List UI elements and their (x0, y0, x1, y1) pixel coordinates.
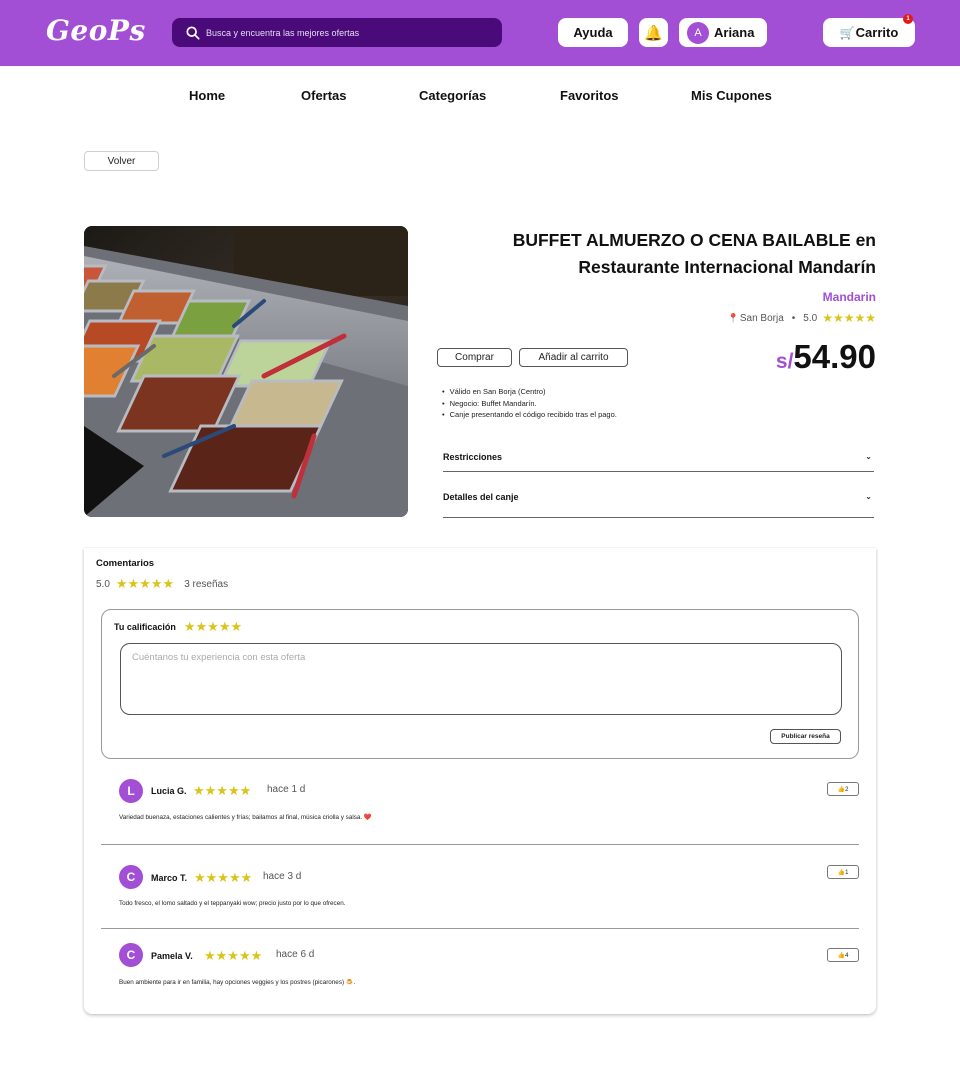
like-button[interactable]: 👍2 (827, 782, 859, 796)
comments-count: 3 reseñas (184, 578, 229, 590)
notifications-button[interactable]: 🔔 (639, 18, 668, 47)
cart-icon: 🛒 (839, 25, 855, 40)
review-stars-icon: ★★★★★ (194, 870, 253, 885)
comments-section: Comentarios 5.0 ★★★★★ 3 reseñas Tu calif… (84, 548, 876, 1014)
bell-icon: 🔔 (644, 24, 663, 42)
product-rating: 5.0 (803, 312, 818, 324)
search-icon (186, 25, 200, 40)
list-item: Canje presentando el código recibido tra… (442, 409, 617, 421)
avatar: A (687, 21, 709, 44)
reviewer-name: Marco T. (151, 873, 188, 883)
accordion-detalles-canje[interactable]: Detalles del canje ⌄ (443, 492, 874, 518)
top-header: GeoPs Ayuda 🔔 A Ariana 🛒 Carrito 1 (0, 0, 960, 66)
back-button[interactable]: Volver (84, 151, 159, 171)
avatar: L (119, 779, 143, 803)
location-pin-icon: 📍 (727, 312, 739, 323)
review-time: hace 3 d (263, 871, 302, 882)
accordion-label: Detalles del canje (443, 492, 519, 502)
user-menu-button[interactable]: A Ariana (679, 18, 767, 47)
product-title-line2: Restaurante Internacional Mandarín (578, 257, 876, 277)
separator-dot: • (791, 312, 796, 324)
chevron-down-icon: ⌄ (865, 492, 872, 501)
rating-stars-icon: ★★★★★ (115, 576, 175, 591)
review-stars-icon: ★★★★★ (193, 783, 252, 798)
cart-count-badge: 1 (903, 14, 913, 24)
product-price: s/54.90 (700, 338, 876, 376)
review-time: hace 6 d (276, 949, 315, 960)
review-item: C Pamela V. ★★★★★ hace 6 d 👍4 Buen ambie… (101, 929, 859, 1009)
search-input[interactable] (206, 27, 486, 38)
search-bar[interactable] (172, 18, 502, 47)
comments-rating: 5.0 (96, 578, 110, 590)
cart-label: Carrito (855, 25, 899, 40)
reviewer-name: Lucia G. (151, 786, 187, 796)
product-meta: 📍 San Borja • 5.0 ★★★★★ (640, 311, 876, 325)
buy-button[interactable]: Comprar (437, 348, 512, 367)
product-title-line1: BUFFET ALMUERZO O CENA BAILABLE en (512, 230, 876, 250)
price-value: 54.90 (793, 338, 876, 375)
list-item: Válido en San Borja (Centro) (442, 386, 617, 398)
product-title: BUFFET ALMUERZO O CENA BAILABLE en Resta… (460, 227, 876, 281)
review-stars-icon: ★★★★★ (204, 948, 263, 963)
comments-title: Comentarios (96, 558, 155, 569)
reviewer-name: Pamela V. (151, 951, 193, 961)
nav-home[interactable]: Home (189, 88, 225, 103)
product-brand[interactable]: Mandarin (700, 290, 876, 304)
like-button[interactable]: 👍1 (827, 865, 859, 879)
buffet-photo (84, 226, 408, 517)
nav-favoritos[interactable]: Favoritos (560, 88, 619, 103)
review-textarea[interactable] (120, 643, 842, 715)
rating-stars-input[interactable]: ★★★★★ (184, 619, 242, 635)
your-rating-label: Tu calificación (114, 622, 176, 632)
logo[interactable]: GeoPs (46, 14, 146, 47)
review-text: Todo fresco, el lomo saltado y el teppan… (119, 900, 346, 907)
your-rating: Tu calificación ★★★★★ (114, 619, 242, 635)
review-text: Variedad buenaza, estaciones calientes y… (119, 814, 372, 821)
product-location: San Borja (739, 312, 784, 324)
product-details-list: Válido en San Borja (Centro) Negocio: Bu… (442, 386, 617, 421)
comments-summary: 5.0 ★★★★★ 3 reseñas (96, 576, 228, 592)
review-item: L Lucia G. ★★★★★ hace 1 d 👍2 Variedad bu… (101, 768, 859, 845)
chevron-down-icon: ⌄ (865, 452, 872, 461)
avatar: C (119, 865, 143, 889)
price-currency: s/ (775, 350, 794, 373)
publish-review-button[interactable]: Publicar reseña (770, 729, 841, 744)
accordion-label: Restricciones (443, 452, 503, 462)
nav-categorias[interactable]: Categorías (419, 88, 486, 103)
nav-mis-cupones[interactable]: Mis Cupones (691, 88, 772, 103)
review-time: hace 1 d (267, 784, 306, 795)
nav-ofertas[interactable]: Ofertas (301, 88, 347, 103)
review-form: Tu calificación ★★★★★ Publicar reseña (101, 609, 859, 759)
avatar: C (119, 943, 143, 967)
review-item: C Marco T. ★★★★★ hace 3 d 👍1 Todo fresco… (101, 845, 859, 929)
add-to-cart-button[interactable]: Añadir al carrito (519, 348, 628, 367)
product-image (84, 226, 408, 517)
like-button[interactable]: 👍4 (827, 948, 859, 962)
user-name: Ariana (714, 25, 755, 40)
help-button[interactable]: Ayuda (558, 18, 628, 47)
rating-stars-icon: ★★★★★ (822, 311, 876, 325)
accordion-restricciones[interactable]: Restricciones ⌄ (443, 452, 874, 472)
list-item: Negocio: Buffet Mandarín. (442, 398, 617, 410)
review-text: Buen ambiente para ir en familia, hay op… (119, 979, 356, 986)
cart-button[interactable]: 🛒 Carrito 1 (823, 14, 915, 47)
